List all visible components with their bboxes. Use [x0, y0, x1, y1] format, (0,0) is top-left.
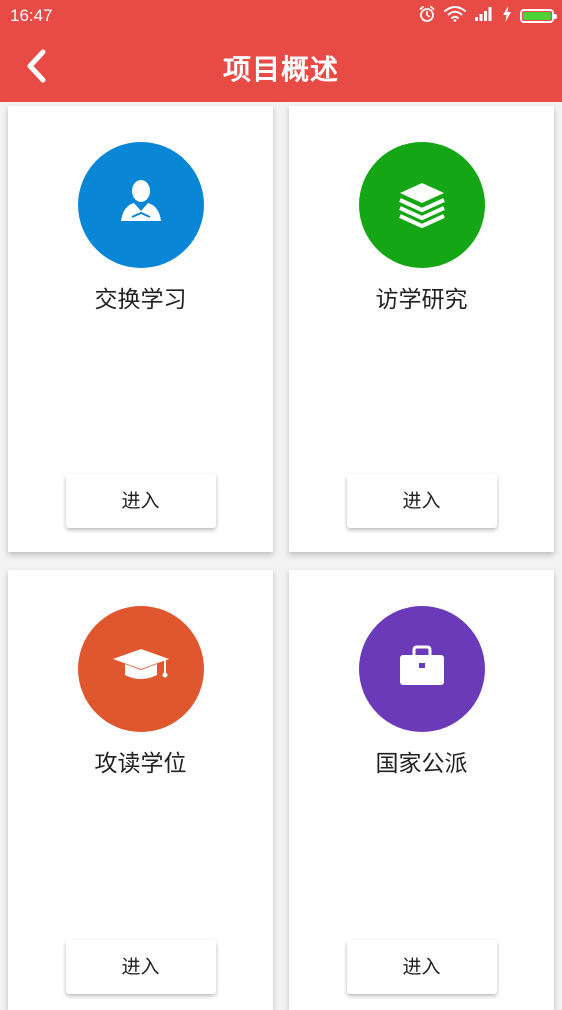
card-icon-circle	[358, 142, 485, 268]
status-bar: 16:47	[0, 0, 562, 32]
card-state-sponsored: 国家公派 进入	[289, 570, 554, 1010]
page-title: 项目概述	[222, 53, 339, 86]
charging-icon	[502, 6, 512, 26]
enter-button-degree-study[interactable]: 进入	[65, 940, 216, 994]
wifi-icon	[444, 6, 466, 26]
card-icon-circle	[358, 606, 485, 732]
card-exchange-study: 交换学习 进入	[8, 106, 273, 552]
battery-level	[523, 12, 551, 20]
student-icon	[111, 173, 171, 237]
alarm-icon	[418, 5, 436, 27]
briefcase-icon	[392, 637, 452, 701]
status-time: 16:47	[10, 6, 53, 25]
enter-button-state-sponsored[interactable]: 进入	[346, 940, 497, 994]
card-icon-circle	[77, 142, 204, 268]
enter-button-exchange-study[interactable]: 进入	[65, 474, 216, 528]
card-label: 国家公派	[375, 751, 468, 777]
card-label: 攻读学位	[94, 751, 187, 777]
graduation-cap-icon	[109, 637, 173, 701]
status-icons	[418, 5, 557, 27]
card-label: 访学研究	[375, 287, 468, 313]
stack-layers-icon	[392, 173, 452, 237]
top-bar: 16:47 项目概述	[0, 0, 562, 102]
card-degree-study: 攻读学位 进入	[8, 570, 273, 1010]
card-visiting-research: 访学研究 进入	[289, 106, 554, 552]
navigation-bar: 项目概述	[0, 32, 562, 102]
signal-icon	[474, 6, 494, 26]
card-label: 交换学习	[94, 287, 187, 313]
battery-icon	[520, 9, 557, 23]
card-icon-circle	[77, 606, 204, 732]
enter-button-visiting-research[interactable]: 进入	[346, 474, 497, 528]
